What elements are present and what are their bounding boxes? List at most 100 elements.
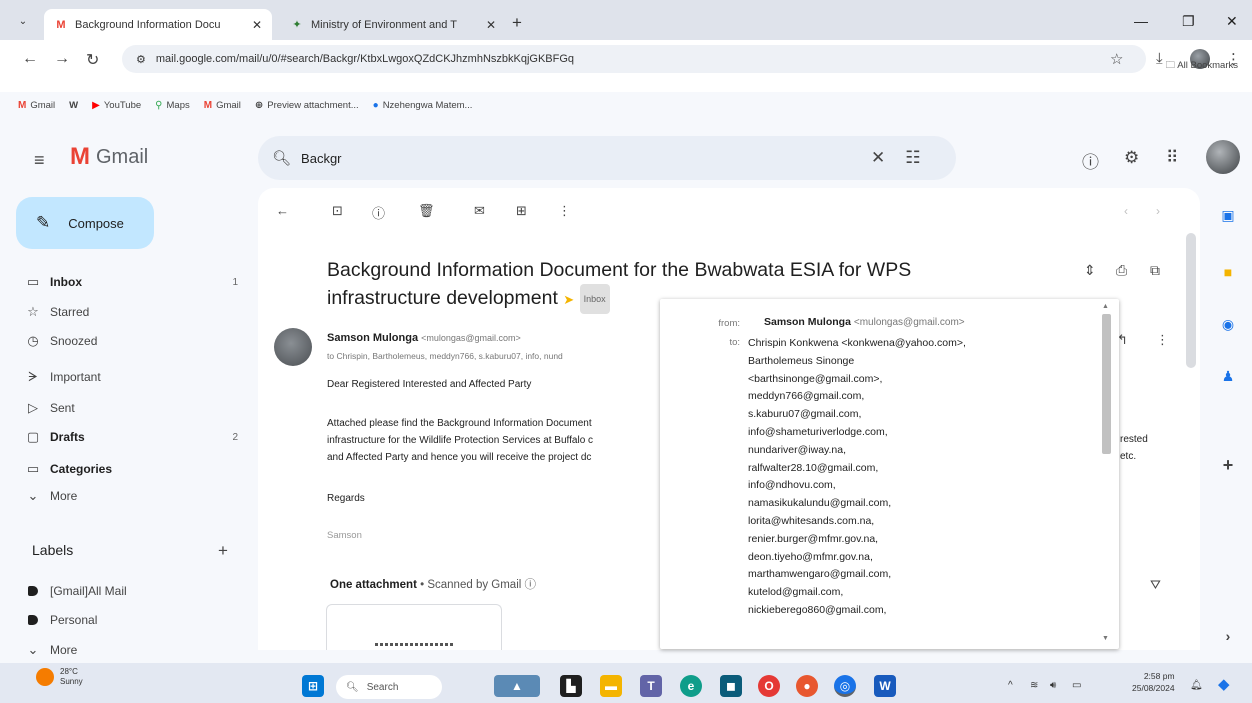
recipients-summary[interactable]: to Chrispin, Bartholemeus, meddyn766, s.… — [327, 351, 667, 361]
sidebar-item-sent[interactable]: ▷ Sent — [16, 395, 238, 421]
taskbar-clock[interactable]: 2:58 pm 25/08/2024 — [1132, 670, 1175, 694]
mail-search-bar[interactable]: 🔍︎ ✕ ☷ — [258, 136, 956, 180]
back-to-search-icon[interactable]: ← — [276, 203, 289, 218]
reload-icon[interactable]: ↻ — [86, 50, 99, 70]
widgets-landscape-icon[interactable]: ▲ — [494, 675, 540, 697]
email-body-line: Attached please find the Background Info… — [327, 418, 592, 429]
attachment-thumbnail[interactable] — [326, 604, 502, 650]
close-icon[interactable]: ✕ — [486, 18, 496, 32]
tab-search-chevron-icon[interactable]: ⌄ — [12, 11, 34, 33]
pencil-icon: ✎ — [36, 213, 51, 232]
mark-unread-icon[interactable]: ✉ — [474, 203, 485, 219]
bookmark-gmail[interactable]: M Gmail — [18, 100, 55, 111]
sidebar-label-all-mail[interactable]: [Gmail]All Mail — [16, 578, 238, 604]
close-icon[interactable]: ✕ — [252, 18, 262, 32]
all-bookmarks[interactable]: 🗀 All Bookmarks — [1166, 58, 1238, 74]
scroll-thumb[interactable] — [1102, 314, 1111, 454]
account-avatar[interactable] — [1206, 140, 1240, 174]
compose-button[interactable]: ✎ Compose — [16, 197, 154, 249]
sidebar-item-important[interactable]: ᗒ Important — [16, 364, 238, 390]
site-info-icon[interactable]: ⚙ — [136, 53, 146, 66]
tab-ministry[interactable]: ✦ Ministry of Environment and T ✕ — [280, 9, 506, 40]
taskbar-search[interactable]: 🔍︎ Search — [336, 675, 442, 699]
bookmark-preview[interactable]: ⊕ Preview attachment... — [255, 100, 359, 111]
file-explorer-icon[interactable]: ▬ — [600, 675, 622, 697]
gmail-logo[interactable]: M Gmail — [70, 143, 148, 171]
sidebar-label-more[interactable]: ⌄ More — [16, 637, 238, 663]
sidebar-item-drafts[interactable]: ▢ Drafts 2 — [16, 424, 238, 450]
weather-widget[interactable]: 28°C Sunny — [36, 667, 83, 687]
start-windows-icon[interactable]: ⊞ — [302, 675, 324, 697]
print-icon[interactable]: ⎙ — [1116, 262, 1127, 279]
sidebar-item-categories[interactable]: ▭ Categories — [16, 456, 238, 482]
more-actions-icon[interactable]: ⋮ — [558, 203, 571, 219]
search-options-icon[interactable]: ☷ — [905, 148, 920, 168]
show-hidden-icons-icon[interactable]: ^ — [1008, 680, 1013, 691]
scroll-down-arrow-icon[interactable]: ▼ — [1102, 635, 1109, 642]
important-marker-icon[interactable]: ➤ — [563, 292, 574, 307]
notification-bell-icon[interactable]: 🔔︎ — [1190, 680, 1203, 691]
teams-icon[interactable]: T — [640, 675, 662, 697]
search-input[interactable] — [301, 150, 862, 166]
back-arrow-icon[interactable]: ← — [22, 50, 38, 68]
sidebar-item-starred[interactable]: ☆ Starred — [16, 299, 238, 325]
settings-gear-icon[interactable]: ⚙ — [1124, 148, 1139, 168]
move-to-icon[interactable]: ⊞ — [516, 203, 527, 219]
copilot-icon[interactable]: ◆ — [1218, 675, 1230, 693]
scroll-up-arrow-icon[interactable]: ▲ — [1102, 303, 1109, 310]
add-label-plus-icon[interactable]: + — [218, 541, 228, 561]
sidebar-label-personal[interactable]: Personal — [16, 607, 238, 633]
search-icon[interactable]: 🔍︎ — [272, 149, 291, 167]
bookmark-youtube[interactable]: ▶ YouTube — [92, 100, 141, 111]
popup-scrollbar[interactable]: ▲ ▼ — [1099, 303, 1113, 645]
message-more-icon[interactable]: ⋮ — [1156, 332, 1169, 348]
apps-grid-icon[interactable]: ⠿ — [1166, 148, 1178, 168]
wifi-icon[interactable]: ≋ — [1030, 680, 1038, 691]
tab-gmail[interactable]: M Background Information Docu ✕ — [44, 9, 272, 40]
word-icon[interactable]: W — [874, 675, 896, 697]
main-menu-icon[interactable]: ≡ — [34, 150, 45, 171]
new-tab-plus-icon[interactable]: + — [512, 13, 522, 33]
volume-icon[interactable]: 🔊︎ — [1050, 680, 1056, 691]
open-new-window-icon[interactable]: ⧉ — [1150, 262, 1160, 279]
contacts-icon[interactable]: ♟ — [1218, 366, 1238, 386]
window-close-icon[interactable]: ✕ — [1226, 13, 1238, 30]
bookmark-star-icon[interactable]: ☆ — [1110, 50, 1123, 68]
bookmark-gmail-2[interactable]: M Gmail — [204, 100, 241, 111]
inbox-label-chip[interactable]: Inbox — [579, 284, 610, 314]
restore-icon[interactable]: ❐ — [1182, 13, 1195, 30]
facebook-icon: ● — [372, 99, 379, 111]
keep-icon[interactable]: ■ — [1218, 262, 1238, 282]
bookmark-word[interactable]: W — [69, 100, 78, 111]
older-chevron-icon[interactable]: › — [1156, 204, 1160, 218]
bookmark-nzehengwa[interactable]: ● Nzehengwa Matem... — [373, 100, 473, 111]
add-to-drive-icon[interactable]: ⛛ — [1150, 577, 1161, 593]
sidebar-item-snoozed[interactable]: ◷ Snoozed — [16, 328, 238, 354]
edge-icon[interactable]: e — [680, 675, 702, 697]
task-view-icon[interactable]: ▙ — [560, 675, 582, 697]
tasks-icon[interactable]: ◉ — [1218, 314, 1238, 334]
show-side-panel-chevron-icon[interactable]: › — [1218, 626, 1238, 646]
calendar-icon[interactable]: ▣ — [1218, 205, 1238, 225]
expand-all-icon[interactable]: ⇕ — [1084, 262, 1096, 279]
sidebar-item-more[interactable]: ⌄ More — [16, 483, 238, 509]
download-icon[interactable]: ⤓ — [1156, 50, 1163, 67]
newer-chevron-icon[interactable]: ‹ — [1124, 204, 1128, 218]
battery-icon[interactable]: ▭ — [1072, 680, 1081, 691]
archive-icon[interactable]: ⊡ — [332, 203, 343, 219]
sidebar-item-inbox[interactable]: ▭ Inbox 1 — [16, 269, 238, 295]
message-scrollbar[interactable] — [1186, 233, 1196, 368]
store-icon[interactable]: ◼ — [720, 675, 742, 697]
minimize-icon[interactable]: — — [1134, 13, 1148, 29]
bookmark-maps[interactable]: ⚲ Maps — [155, 100, 190, 111]
clear-search-icon[interactable]: ✕ — [871, 148, 885, 168]
chrome-icon[interactable]: ◎ — [834, 675, 856, 697]
help-icon[interactable]: ⓘ — [1082, 148, 1099, 173]
delete-icon[interactable]: 🗑︎ — [418, 203, 435, 219]
forward-arrow-icon[interactable]: → — [54, 50, 70, 68]
firefox-icon[interactable]: ● — [796, 675, 818, 697]
get-addons-plus-icon[interactable]: + — [1218, 455, 1238, 475]
address-bar[interactable]: ⚙ mail.google.com/mail/u/0/#search/Backg… — [122, 45, 1146, 73]
opera-icon[interactable]: O — [758, 675, 780, 697]
report-spam-icon[interactable]: ⓘ — [372, 203, 385, 222]
